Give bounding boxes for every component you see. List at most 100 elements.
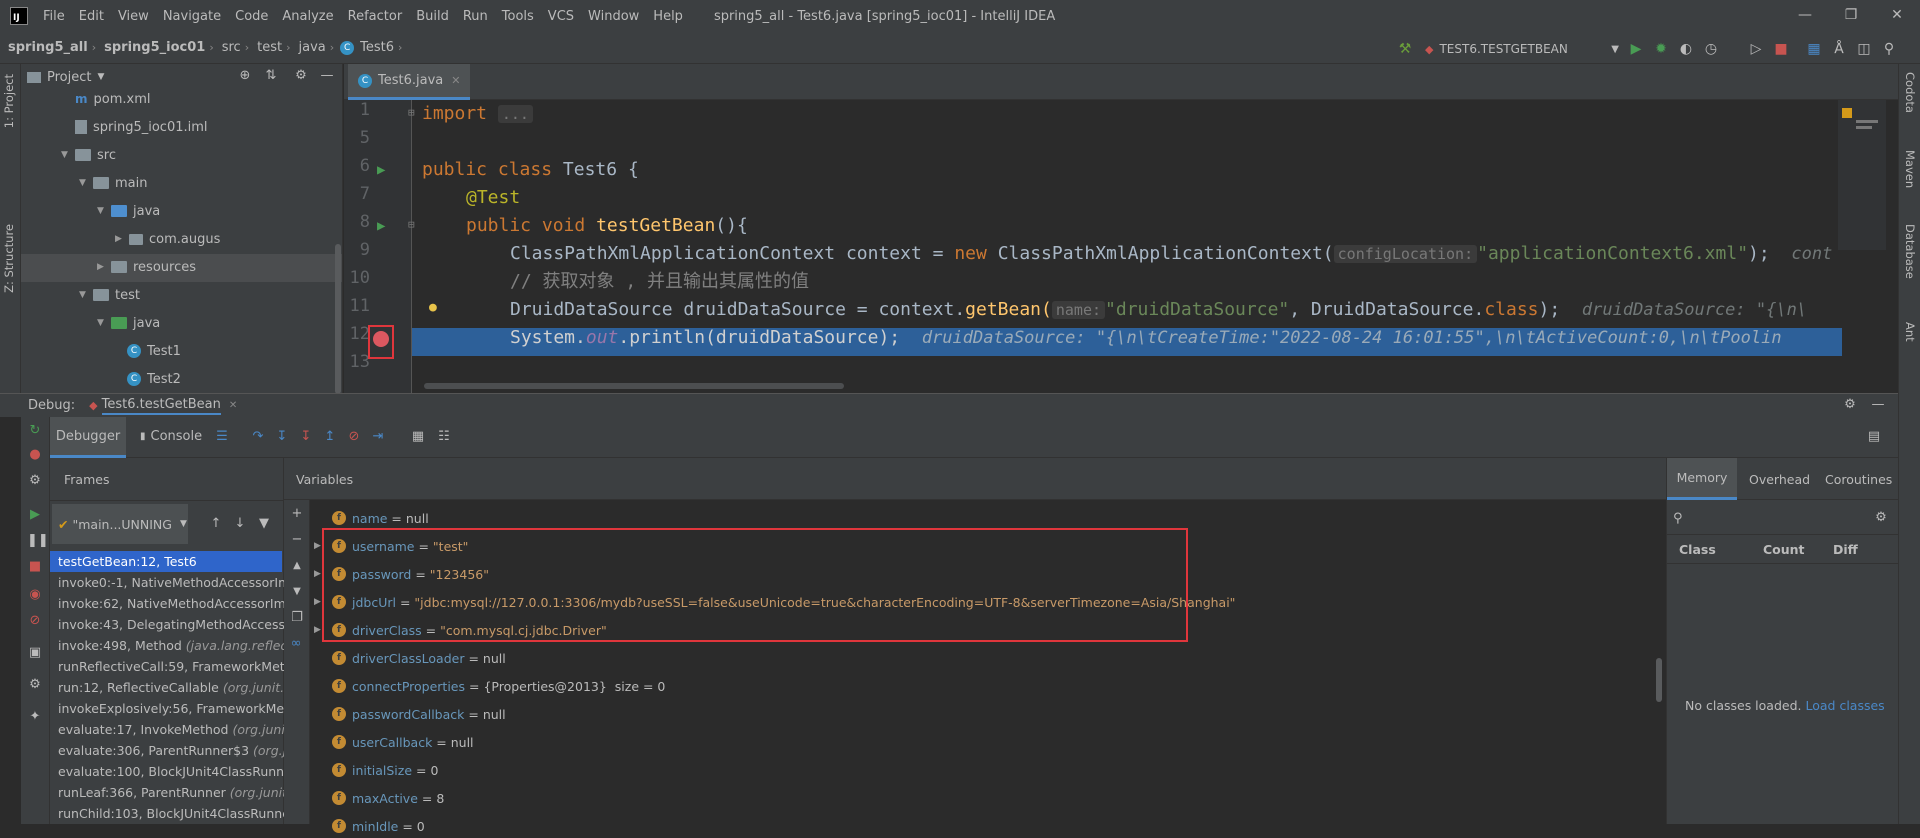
frame-item[interactable]: testGetBean:12, Test6: [58, 551, 284, 572]
tab-overhead[interactable]: Overhead: [1749, 472, 1810, 487]
col-class[interactable]: Class: [1679, 542, 1716, 557]
gear-icon[interactable]: ⚙: [1873, 510, 1889, 526]
menu-analyze[interactable]: Analyze: [275, 9, 340, 24]
hide-icon[interactable]: —: [1870, 397, 1886, 413]
drop-frame-icon[interactable]: ⊘: [346, 429, 362, 445]
variable-row[interactable]: f connectProperties = {Properties@2013} s…: [314, 674, 665, 698]
breadcrumb-item[interactable]: spring5_ioc01: [96, 40, 209, 55]
collapse-all-icon[interactable]: ⇅: [263, 68, 279, 84]
minimize-icon[interactable]: —: [1782, 0, 1828, 32]
frame-item[interactable]: invokeExplosively:56, FrameworkMeth: [58, 698, 284, 719]
menu-navigate[interactable]: Navigate: [156, 9, 228, 24]
frame-item[interactable]: evaluate:17, InvokeMethod (org.junit.: [58, 719, 284, 740]
variable-row[interactable]: f name = null: [314, 506, 429, 530]
breadcrumb-item[interactable]: test: [249, 40, 286, 55]
menu-tools[interactable]: Tools: [495, 9, 541, 24]
breadcrumb-item[interactable]: src: [214, 40, 245, 55]
tree-item-package[interactable]: ▶ com.augus: [115, 226, 220, 252]
layout-menu-icon[interactable]: ☰: [214, 429, 230, 445]
frame-item[interactable]: evaluate:306, ParentRunner$3 (org.jun: [58, 740, 284, 761]
evaluate-icon[interactable]: ▦: [410, 429, 426, 445]
breadcrumb-item[interactable]: Test6: [360, 40, 398, 55]
close-icon[interactable]: ✕: [229, 400, 237, 411]
tool-project[interactable]: 1: Project: [2, 74, 16, 128]
duplicate-icon[interactable]: ❐: [289, 610, 305, 626]
mute-breakpoints-icon[interactable]: ⊘: [27, 613, 43, 629]
horizontal-scrollbar[interactable]: [424, 383, 844, 389]
step-into-icon[interactable]: ↧: [274, 429, 290, 445]
trace-icon[interactable]: ☷: [436, 429, 452, 445]
tree-item-test[interactable]: ▼ test: [79, 282, 140, 308]
breadcrumb-item[interactable]: spring5_all: [0, 40, 92, 55]
tree-item-main-java[interactable]: ▼ java: [97, 198, 160, 224]
view-breakpoints-icon[interactable]: ◉: [27, 587, 43, 603]
variable-row[interactable]: ▶ f driverClass = "com.mysql.cj.jdbc.Drive…: [314, 618, 607, 642]
close-icon[interactable]: ✕: [1874, 0, 1920, 32]
tool-structure[interactable]: Z: Structure: [2, 224, 16, 293]
folded-imports[interactable]: ...: [497, 105, 533, 123]
load-classes-link[interactable]: Load classes: [1805, 698, 1884, 713]
tree-item-iml[interactable]: spring5_ioc01.iml: [75, 114, 208, 140]
menu-view[interactable]: View: [111, 9, 156, 24]
chevron-down-icon[interactable]: ▼: [97, 72, 104, 82]
gear-icon[interactable]: ⚙: [293, 68, 309, 84]
menu-vcs[interactable]: VCS: [541, 9, 581, 24]
tool-codota[interactable]: Codota: [1903, 72, 1917, 113]
chevron-right-icon[interactable]: ▶: [314, 625, 332, 635]
variable-row[interactable]: ▶ f password = "123456": [314, 562, 489, 586]
rerun-failed-icon[interactable]: ●: [27, 447, 43, 463]
project-view-title[interactable]: Project: [47, 70, 91, 85]
lightbulb-icon[interactable]: ●: [429, 300, 437, 315]
fold-icon[interactable]: ⊞: [408, 106, 415, 119]
show-watches-icon[interactable]: ∞: [288, 636, 304, 652]
move-down-icon[interactable]: ▼: [289, 584, 305, 600]
run-test-gutter-icon[interactable]: ▶: [377, 162, 385, 178]
tree-item-main[interactable]: ▼ main: [79, 170, 147, 196]
run-to-cursor-icon[interactable]: ⇥: [370, 429, 386, 445]
chevron-down-icon[interactable]: ▼: [79, 290, 93, 300]
variables-scrollbar[interactable]: [1656, 658, 1662, 702]
camera-icon[interactable]: ▣: [27, 645, 43, 661]
chevron-right-icon[interactable]: ▶: [314, 541, 332, 551]
col-count[interactable]: Count: [1763, 542, 1805, 557]
menu-file[interactable]: File: [36, 9, 72, 24]
variable-row[interactable]: f maxActive = 8: [314, 786, 444, 810]
gear-icon[interactable]: ⚙: [1842, 397, 1858, 413]
step-over-icon[interactable]: ↷: [250, 429, 266, 445]
tree-item-pom[interactable]: m pom.xml: [75, 86, 151, 112]
frame-item[interactable]: runReflectiveCall:59, FrameworkMethe: [58, 656, 284, 677]
tree-item-test2[interactable]: C Test2: [127, 366, 181, 392]
hide-icon[interactable]: —: [319, 68, 335, 84]
variable-row[interactable]: f initialSize = 0: [314, 758, 438, 782]
resume-icon[interactable]: ▷: [1747, 40, 1765, 58]
breakpoint-icon[interactable]: [373, 331, 389, 347]
variable-row[interactable]: f driverClassLoader = null: [314, 646, 506, 670]
menu-help[interactable]: Help: [646, 9, 690, 24]
tab-console[interactable]: ▮ Console: [140, 429, 202, 444]
variable-row[interactable]: ▶ f username = "test": [314, 534, 468, 558]
locate-icon[interactable]: ⊕: [237, 68, 253, 84]
coverage-icon[interactable]: ◐: [1677, 40, 1695, 58]
frame-item[interactable]: invoke0:-1, NativeMethodAccessorIm: [58, 572, 284, 593]
step-out-icon[interactable]: ↥: [322, 429, 338, 445]
tree-scrollbar[interactable]: [335, 244, 341, 394]
tab-debugger[interactable]: Debugger: [50, 417, 126, 458]
arrow-up-icon[interactable]: ↑: [208, 516, 224, 532]
chevron-down-icon[interactable]: ▼: [97, 318, 111, 328]
tree-item-test-java[interactable]: ▼ java: [97, 310, 160, 336]
fold-icon[interactable]: ⊟: [408, 218, 415, 231]
menu-code[interactable]: Code: [228, 9, 275, 24]
menu-run[interactable]: Run: [456, 9, 495, 24]
chevron-right-icon[interactable]: ▶: [314, 569, 332, 579]
tab-test6-java[interactable]: C Test6.java ✕: [348, 64, 471, 100]
frame-item[interactable]: invoke:62, NativeMethodAccessorImp: [58, 593, 284, 614]
layout-icon[interactable]: ◫: [1855, 40, 1873, 58]
restore-icon[interactable]: ❐: [1828, 0, 1874, 32]
settings-icon[interactable]: ⚙: [27, 677, 43, 693]
frame-item[interactable]: runLeaf:366, ParentRunner (org.junit.r: [58, 782, 284, 803]
tree-item-resources[interactable]: ▶ resources: [97, 254, 196, 280]
menu-window[interactable]: Window: [581, 9, 646, 24]
variable-row[interactable]: f userCallback = null: [314, 730, 474, 754]
thread-select[interactable]: ✔ "main...UNNING ▼: [52, 504, 188, 544]
chevron-right-icon[interactable]: ▶: [97, 262, 111, 272]
